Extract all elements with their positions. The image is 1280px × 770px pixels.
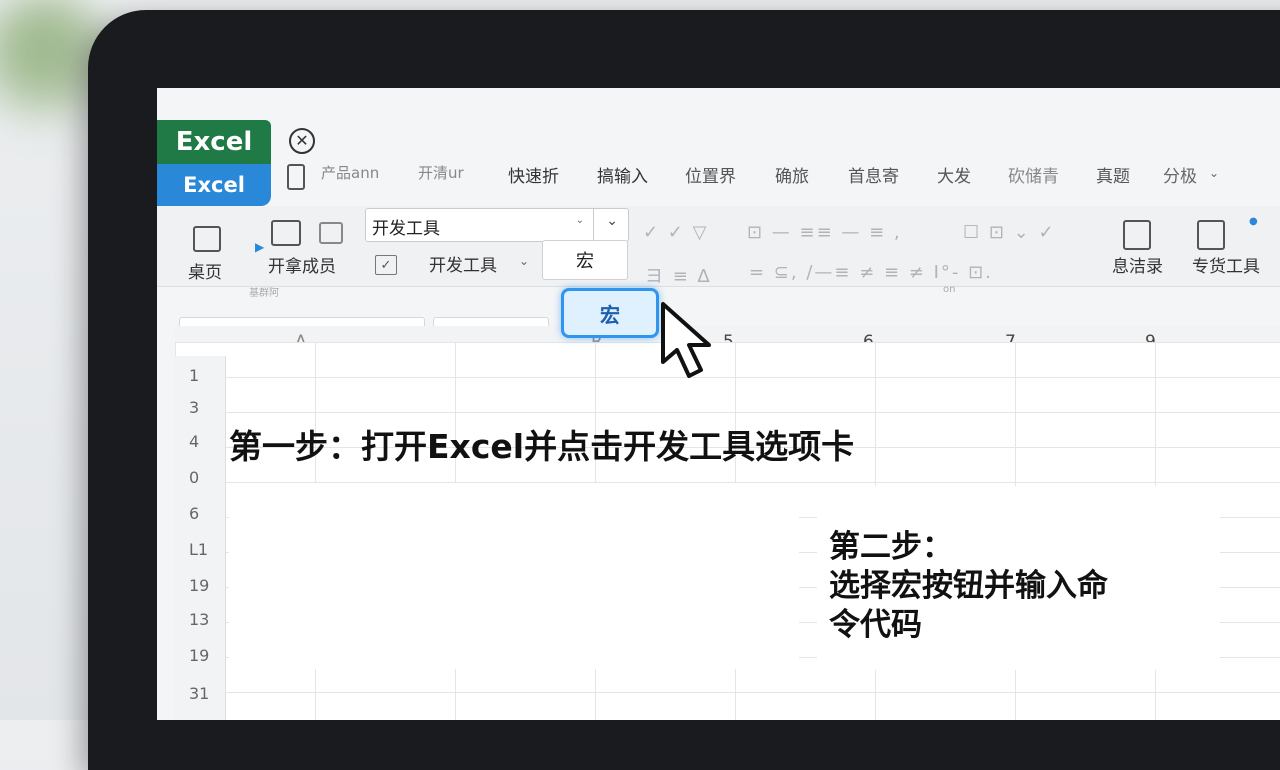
devtools-icon[interactable]	[1197, 220, 1225, 250]
chevron-down-icon[interactable]: ⌄	[1209, 166, 1219, 180]
checkbox[interactable]: ✓	[375, 255, 397, 275]
faint-label: on	[943, 284, 956, 295]
format-icons: ヨ ≡ ∆	[645, 266, 712, 287]
tab-11[interactable]: 分极	[1163, 162, 1197, 187]
tab-1[interactable]: 产品ann	[321, 162, 379, 183]
play-icon: ▶	[255, 240, 265, 254]
excel-screen: Excel Excel ✕ 产品ann 开清ur 快速折 搞输入 位置界 确旅 …	[157, 88, 1280, 720]
mouse-pointer-icon	[661, 302, 711, 378]
step2-line3: 令代码	[829, 607, 922, 643]
devtools-label[interactable]: 专货工具	[1192, 252, 1260, 277]
tab-7[interactable]: 首息寄	[848, 162, 899, 187]
devtools-select[interactable]: 开发工具 ⌄ ⌄	[365, 208, 629, 242]
row-13[interactable]: 13	[189, 610, 209, 629]
row-6[interactable]: 6	[189, 504, 199, 523]
tab-10[interactable]: 真题	[1096, 162, 1130, 187]
row-1[interactable]: 1	[189, 366, 199, 385]
step2-line2: 选择宏按钮并输入命	[829, 568, 1108, 604]
excel-active-tab[interactable]: Excel	[157, 164, 271, 206]
macro-button[interactable]: 宏	[542, 240, 628, 280]
tab-2[interactable]: 开清ur	[418, 162, 464, 183]
open-label[interactable]: 开拿成员	[268, 252, 336, 277]
checkbox-label[interactable]: 开发工具	[429, 251, 497, 276]
row-header: 1 3 4 0 6 L1 19 13 19 31	[175, 356, 226, 720]
tab-3[interactable]: 快速折	[508, 162, 559, 187]
row-19[interactable]: 19	[189, 576, 209, 595]
row-l1[interactable]: L1	[189, 540, 208, 559]
tab-6[interactable]: 确旅	[775, 162, 809, 187]
record-icon[interactable]	[1123, 220, 1151, 250]
align-icons: = ⊆, /—≡ ≠ ≡ ≠ I°- ⊡.	[749, 262, 993, 283]
excel-logo-tab[interactable]: Excel	[157, 120, 271, 164]
step2-line1: 第二步：	[829, 529, 953, 565]
small-icon[interactable]	[319, 222, 343, 244]
home-label[interactable]: 桌页	[188, 258, 222, 283]
step2-caption: 第二步： 选择宏按钮并输入命 令代码	[829, 528, 1108, 645]
home-icon[interactable]	[193, 226, 221, 252]
box-icons: ☐ ⊡ ⌄ ✓	[963, 222, 1056, 243]
row-3[interactable]: 3	[189, 398, 199, 417]
tab-8[interactable]: 大发	[937, 162, 971, 187]
info-icon[interactable]: ●	[1249, 216, 1258, 227]
border-icons: ⊡ — ≡≡ — ≡ ,	[747, 222, 902, 243]
macro-button-highlight[interactable]: 宏	[561, 288, 659, 338]
caret-icon: ⌄	[575, 215, 584, 226]
record-label[interactable]: 息洁录	[1112, 252, 1163, 277]
dropdown-icon[interactable]: ⌄	[606, 213, 618, 229]
group-label: 基群阿	[249, 288, 279, 299]
open-icon[interactable]	[271, 220, 301, 246]
ribbon-tab-bar: 产品ann 开清ur 快速折 搞输入 位置界 确旅 首息寄 大发 砍储青 真题 …	[271, 148, 1280, 200]
tab-5[interactable]: 位置界	[685, 162, 736, 187]
phone-icon[interactable]	[287, 164, 305, 190]
row-19b[interactable]: 19	[189, 646, 209, 665]
select-value: 开发工具	[372, 219, 440, 239]
tab-4[interactable]: 搞输入	[597, 162, 648, 187]
checkbox-caret-icon: ⌄	[519, 254, 530, 268]
row-4[interactable]: 4	[189, 432, 199, 451]
step1-caption: 第一步：打开Excel并点击开发工具选项卡	[229, 427, 855, 466]
ribbon-panel: 桌页 ▶ 开拿成员 基群阿 ✓ ✓ ▽ ヨ ≡ ∆ ⊡ — ≡≡ — ≡ , =…	[157, 206, 1280, 299]
row-31[interactable]: 31	[189, 684, 209, 703]
step2-card: 第二步： 选择宏按钮并输入命 令代码	[817, 486, 1220, 670]
row-0[interactable]: 0	[189, 468, 199, 487]
blank-card	[229, 483, 799, 669]
check-icons: ✓ ✓ ▽	[643, 222, 709, 243]
tab-9[interactable]: 砍储青	[1008, 162, 1059, 187]
